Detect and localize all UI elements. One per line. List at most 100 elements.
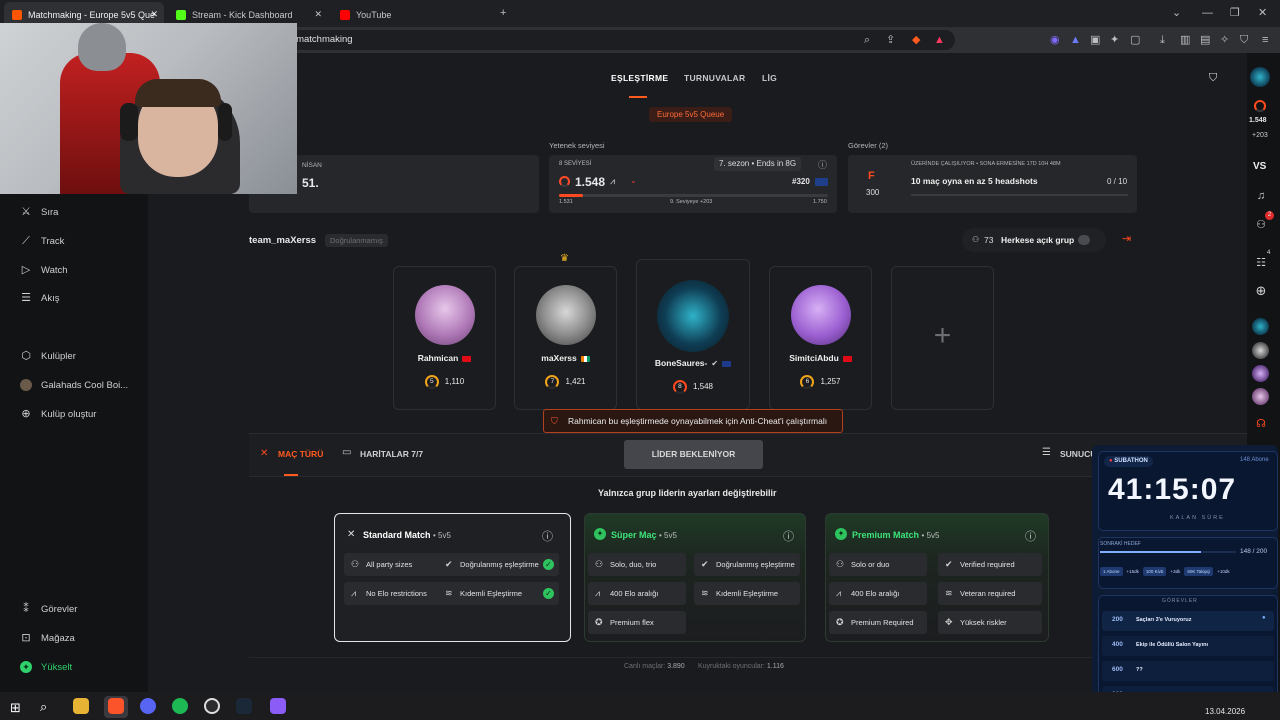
- sidebar-icon[interactable]: ▥: [1180, 33, 1190, 47]
- active-tab-indicator: [284, 474, 298, 476]
- crossed-swords-icon: ✕: [347, 529, 356, 540]
- chart-icon: ⟋: [22, 235, 30, 247]
- sidebar-item-gorevler[interactable]: ⁑ Görevler: [20, 603, 77, 615]
- search-icon[interactable]: ⌕: [40, 699, 47, 715]
- player-elo: 1,110: [444, 377, 465, 387]
- player-card[interactable]: Rahmican 5 1,110: [393, 266, 496, 410]
- sidebar-item-akis[interactable]: ☰ Akış: [20, 292, 59, 304]
- club-avatar: [20, 379, 32, 391]
- avatar[interactable]: [1252, 388, 1269, 405]
- season-badge: 7. sezon • Ends in 8G: [714, 157, 802, 171]
- versus-icon[interactable]: VS: [1253, 161, 1266, 172]
- close-icon[interactable]: ✕: [150, 9, 158, 20]
- goal-num: 200: [1112, 616, 1123, 623]
- goals-label: GÖREVLER: [1162, 598, 1198, 604]
- info-icon[interactable]: ⓘ: [818, 158, 827, 171]
- mode-card-super[interactable]: ✦ Süper Maç • 5v5 ⓘ ⚇ Solo, duo, trio ✔ Do…: [584, 513, 806, 642]
- countdown-timer: 41:15:07: [1108, 473, 1237, 506]
- player-name: SimitciAbdu: [789, 353, 839, 363]
- tab-turnuvalar[interactable]: TURNUVALAR: [684, 73, 745, 83]
- search-icon[interactable]: ⌕: [864, 33, 870, 47]
- avatar[interactable]: [1252, 318, 1269, 335]
- rail-elo: 1.548: [1249, 117, 1267, 124]
- screenshot-icon[interactable]: ▢: [1130, 33, 1140, 47]
- info-icon[interactable]: ⓘ: [542, 528, 553, 544]
- tab-eslestirme[interactable]: EŞLEŞTİRME: [611, 73, 668, 83]
- menu-icon[interactable]: ≡: [1262, 33, 1268, 47]
- leave-party-icon[interactable]: ⇥: [1122, 232, 1131, 245]
- headset-icon[interactable]: ☊: [1250, 417, 1272, 430]
- risk-icon: ✥: [945, 617, 953, 627]
- party-icon[interactable]: ☷: [1250, 256, 1272, 269]
- person-hair: [135, 79, 221, 107]
- sidebar-item-magaza[interactable]: ⊡ Mağaza: [20, 632, 74, 644]
- chip-label: 400 Elo aralığı: [851, 589, 900, 598]
- info-icon[interactable]: ⓘ: [1025, 528, 1036, 544]
- sidebar-item-club[interactable]: Galahads Cool Boi...: [20, 379, 128, 391]
- player-card[interactable]: BoneSaures- ✔ 8 1,548: [636, 259, 750, 410]
- mode-card-premium[interactable]: ✦ Premium Match • 5v5 ⓘ ⚇ Solo or duo ✔ Ve…: [825, 513, 1049, 642]
- share-icon[interactable]: ⇪: [886, 33, 895, 47]
- discord-icon[interactable]: [140, 698, 156, 714]
- url-bar[interactable]: /tr/matchmaking: [265, 30, 955, 50]
- leo-icon[interactable]: ✧: [1220, 33, 1229, 47]
- steam-icon[interactable]: [236, 698, 252, 714]
- sidebar-item-create-club[interactable]: ⊕ Kulüp oluştur: [20, 408, 96, 420]
- extension-icon[interactable]: ▲: [1070, 33, 1081, 47]
- tab-sunucu[interactable]: SUNUCU: [1060, 449, 1096, 459]
- tab-lig[interactable]: LİG: [762, 73, 777, 83]
- brave-icon[interactable]: [108, 698, 124, 714]
- file-explorer-icon[interactable]: [73, 698, 89, 714]
- spotify-icon[interactable]: [172, 698, 188, 714]
- brave-rewards-icon[interactable]: ▲: [934, 33, 945, 47]
- puzzle-icon[interactable]: ✦: [1110, 33, 1119, 47]
- sidebar-item-kulupler[interactable]: ⬡ Kulüpler: [20, 350, 76, 362]
- restore-icon[interactable]: ❐: [1230, 6, 1240, 20]
- users-icon: ⚇: [351, 559, 360, 569]
- range-min: 1.531: [559, 199, 573, 205]
- shield-icon[interactable]: ⛉: [1209, 72, 1217, 85]
- map-icon: ▭: [342, 447, 352, 458]
- skull-decoration: [78, 23, 126, 71]
- chip-label: Yüksek riskler: [960, 618, 1007, 627]
- sidebar-item-track[interactable]: ⟋ Track: [20, 235, 64, 247]
- avatar[interactable]: [1252, 342, 1269, 359]
- invite-player-slot[interactable]: +: [891, 266, 994, 410]
- ranking-label: NİSAN: [302, 162, 322, 169]
- extension-icon[interactable]: ◉: [1050, 33, 1060, 47]
- toggle-switch[interactable]: [1078, 235, 1090, 245]
- clubs-icon: ⬡: [21, 350, 31, 362]
- sidebar-item-sira[interactable]: ⚔ Sıra: [20, 206, 58, 218]
- info-icon[interactable]: ⓘ: [783, 528, 794, 544]
- bell-icon[interactable]: ♫: [1250, 190, 1272, 202]
- new-tab-icon[interactable]: +: [500, 6, 506, 20]
- tab-mac-turu[interactable]: MAÇ TÜRÜ: [278, 449, 323, 459]
- plus-circle-icon[interactable]: ⊕: [1250, 283, 1272, 299]
- extension-icon[interactable]: ▣: [1090, 33, 1100, 47]
- twitch-icon[interactable]: [270, 698, 286, 714]
- download-icon[interactable]: ⤓: [1160, 33, 1165, 47]
- sidebar-item-watch[interactable]: ▷ Watch: [20, 264, 68, 276]
- tab-youtube[interactable]: YouTube: [332, 2, 492, 27]
- avatar: [415, 285, 475, 345]
- profile-avatar[interactable]: [1250, 67, 1270, 87]
- leader-waiting-button[interactable]: LİDER BEKLENİYOR: [624, 440, 763, 469]
- vpn-icon[interactable]: ⛉: [1240, 33, 1248, 47]
- windows-start-icon[interactable]: ⊞: [10, 700, 21, 716]
- brave-shield-icon[interactable]: ◆: [912, 33, 920, 47]
- player-card[interactable]: maXerss 7 1,421: [514, 266, 617, 410]
- sidebar-item-yukselt[interactable]: ✦ Yükselt: [20, 661, 72, 673]
- avatar[interactable]: [1252, 365, 1269, 382]
- trend-icon: ⩘: [610, 176, 616, 186]
- minimize-icon[interactable]: —: [1202, 6, 1213, 20]
- chevron-down-icon[interactable]: ⌄: [1172, 6, 1181, 20]
- close-icon[interactable]: ✕: [314, 9, 322, 20]
- obs-icon[interactable]: [204, 698, 220, 714]
- queue-badge: Europe 5v5 Queue: [649, 107, 733, 122]
- wallet-icon[interactable]: ▤: [1200, 33, 1210, 47]
- window-close-icon[interactable]: ✕: [1258, 6, 1267, 20]
- mode-card-standard[interactable]: Standard Match • 5v5 ✕ ⓘ ⚇ All party size…: [334, 513, 571, 642]
- active-tab-indicator: [629, 96, 647, 98]
- tab-haritalar[interactable]: HARİTALAR 7/7: [360, 449, 423, 459]
- player-card[interactable]: SimitciAbdu 6 1,257: [769, 266, 872, 410]
